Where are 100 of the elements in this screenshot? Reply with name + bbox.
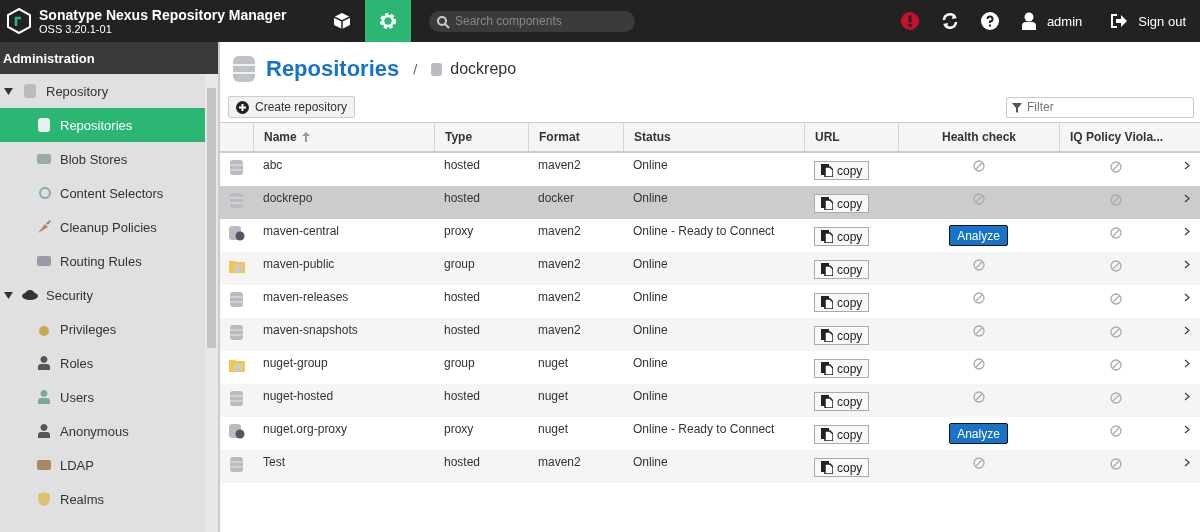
database-icon [36,117,52,133]
table-row[interactable]: maven-public group maven2 Online copy [220,252,1200,285]
table-cell-text: Online - Ready to Connect [632,223,776,240]
table-cell-text: Online [632,157,669,174]
copy-button[interactable]: copy [814,260,870,279]
sidebar-item[interactable]: Roles [0,346,205,380]
disabled-icon [1110,359,1122,371]
copy-button[interactable]: copy [814,359,870,378]
sidebar-item[interactable]: Blob Stores [0,142,205,176]
table-cell-text: nuget-hosted [262,388,335,405]
people-icon [36,389,52,405]
person-icon [36,355,52,371]
tree-group[interactable]: Security [0,278,205,312]
table-cell-text: maven-releases [262,289,350,306]
chevron-right-icon[interactable] [1183,293,1190,302]
copy-button[interactable]: copy [814,194,870,213]
column-header[interactable]: Type [434,123,528,151]
alert-icon[interactable] [900,12,919,30]
sidebar-item[interactable]: Cleanup Policies [0,210,205,244]
create-repository-button[interactable]: Create repository [228,96,356,118]
sidebar-item[interactable]: Routing Rules [0,244,205,278]
copy-button[interactable]: copy [814,392,870,411]
shield-icon [36,491,52,507]
filter-icon [1012,102,1022,113]
sidebar-item[interactable]: Privileges [0,312,205,346]
table-cell-text: maven2 [537,223,582,240]
expand-icon [4,87,13,95]
chevron-right-icon[interactable] [1183,359,1190,368]
table-row[interactable]: Test hosted maven2 Online copy [220,450,1200,483]
ring-icon [36,185,52,201]
column-header[interactable]: Status [623,123,804,151]
chevron-right-icon[interactable] [1183,194,1190,203]
table-cell-text: proxy [443,223,475,240]
app-title: Sonatype Nexus Repository Manager [39,7,288,23]
copy-button[interactable]: copy [814,227,870,246]
disabled-icon [1110,293,1122,305]
page-title[interactable]: Repositories [266,56,400,82]
sign-out-icon[interactable] [1110,13,1129,29]
copy-button[interactable]: copy [814,458,870,477]
table-cell-text: group [443,355,476,372]
copy-button[interactable]: copy [814,326,870,345]
copy-button[interactable]: copy [814,161,870,180]
disabled-icon [972,358,985,370]
chevron-right-icon[interactable] [1183,326,1190,335]
table-cell-text: Online [632,190,669,207]
sign-out-link[interactable]: Sign out [1138,13,1186,29]
sidebar-item[interactable]: Users [0,380,205,414]
clipboard-icon [821,296,833,309]
disabled-icon [1110,392,1122,404]
analyze-button[interactable]: Analyze [949,423,1008,444]
sidebar-item[interactable]: Anonymous [0,414,205,448]
clipboard-icon [821,164,833,177]
table-cell-text: abc [262,157,284,174]
table-cell-text: docker [537,190,576,207]
database-icon [230,391,243,406]
table-cell-text: nuget.org-proxy [262,421,349,438]
tree-group[interactable]: Repository [0,74,205,108]
copy-button[interactable]: copy [814,425,870,444]
search-field[interactable]: Search components [429,10,635,32]
table-row[interactable]: dockrepo hosted docker Online copy [220,186,1200,219]
sort-up-icon [301,132,310,142]
table-cell-text: Online [632,355,669,372]
filter-field[interactable]: Filter [1006,96,1194,118]
table-cell-text: maven2 [537,157,582,174]
chevron-right-icon[interactable] [1183,227,1190,236]
sidebar-item[interactable]: Realms [0,482,205,516]
breadcrumb-item: dockrepo [450,60,517,78]
table-cell-text: proxy [443,421,475,438]
database-icon [230,325,243,340]
table-row[interactable]: nuget-hosted hosted nuget Online copy [220,384,1200,417]
database-icon [232,55,256,83]
column-header[interactable]: Health check [898,123,1059,151]
disabled-icon [972,325,985,337]
database-icon [230,457,243,472]
sidebar-item[interactable]: Content Selectors [0,176,205,210]
table-row[interactable]: maven-snapshots hosted maven2 Online copy [220,318,1200,351]
disabled-icon [1110,161,1122,173]
analyze-button[interactable]: Analyze [949,225,1008,246]
refresh-icon[interactable] [940,12,959,30]
table-cell-text: Online - Ready to Connect [632,421,776,438]
chevron-right-icon[interactable] [1183,260,1190,269]
column-header[interactable]: URL [804,123,898,151]
column-header[interactable]: Name [253,123,434,151]
clipboard-icon [821,362,833,375]
disabled-icon [1110,194,1122,206]
chevron-right-icon[interactable] [1183,458,1190,467]
disabled-icon [972,292,985,304]
chevron-right-icon[interactable] [1183,425,1190,434]
scrollbar[interactable] [205,74,218,532]
disabled-icon [972,160,985,172]
chevron-right-icon[interactable] [1183,392,1190,401]
user-link[interactable]: admin [1046,13,1083,29]
chevron-right-icon[interactable] [1183,161,1190,170]
brush-icon [36,219,52,235]
help-icon[interactable] [980,12,999,30]
database-globe-icon [228,226,245,241]
column-header[interactable]: Format [528,123,623,151]
sidebar-item[interactable]: LDAP [0,448,205,482]
copy-button[interactable]: copy [814,293,870,312]
column-header[interactable]: IQ Policy Viola... [1059,123,1173,151]
